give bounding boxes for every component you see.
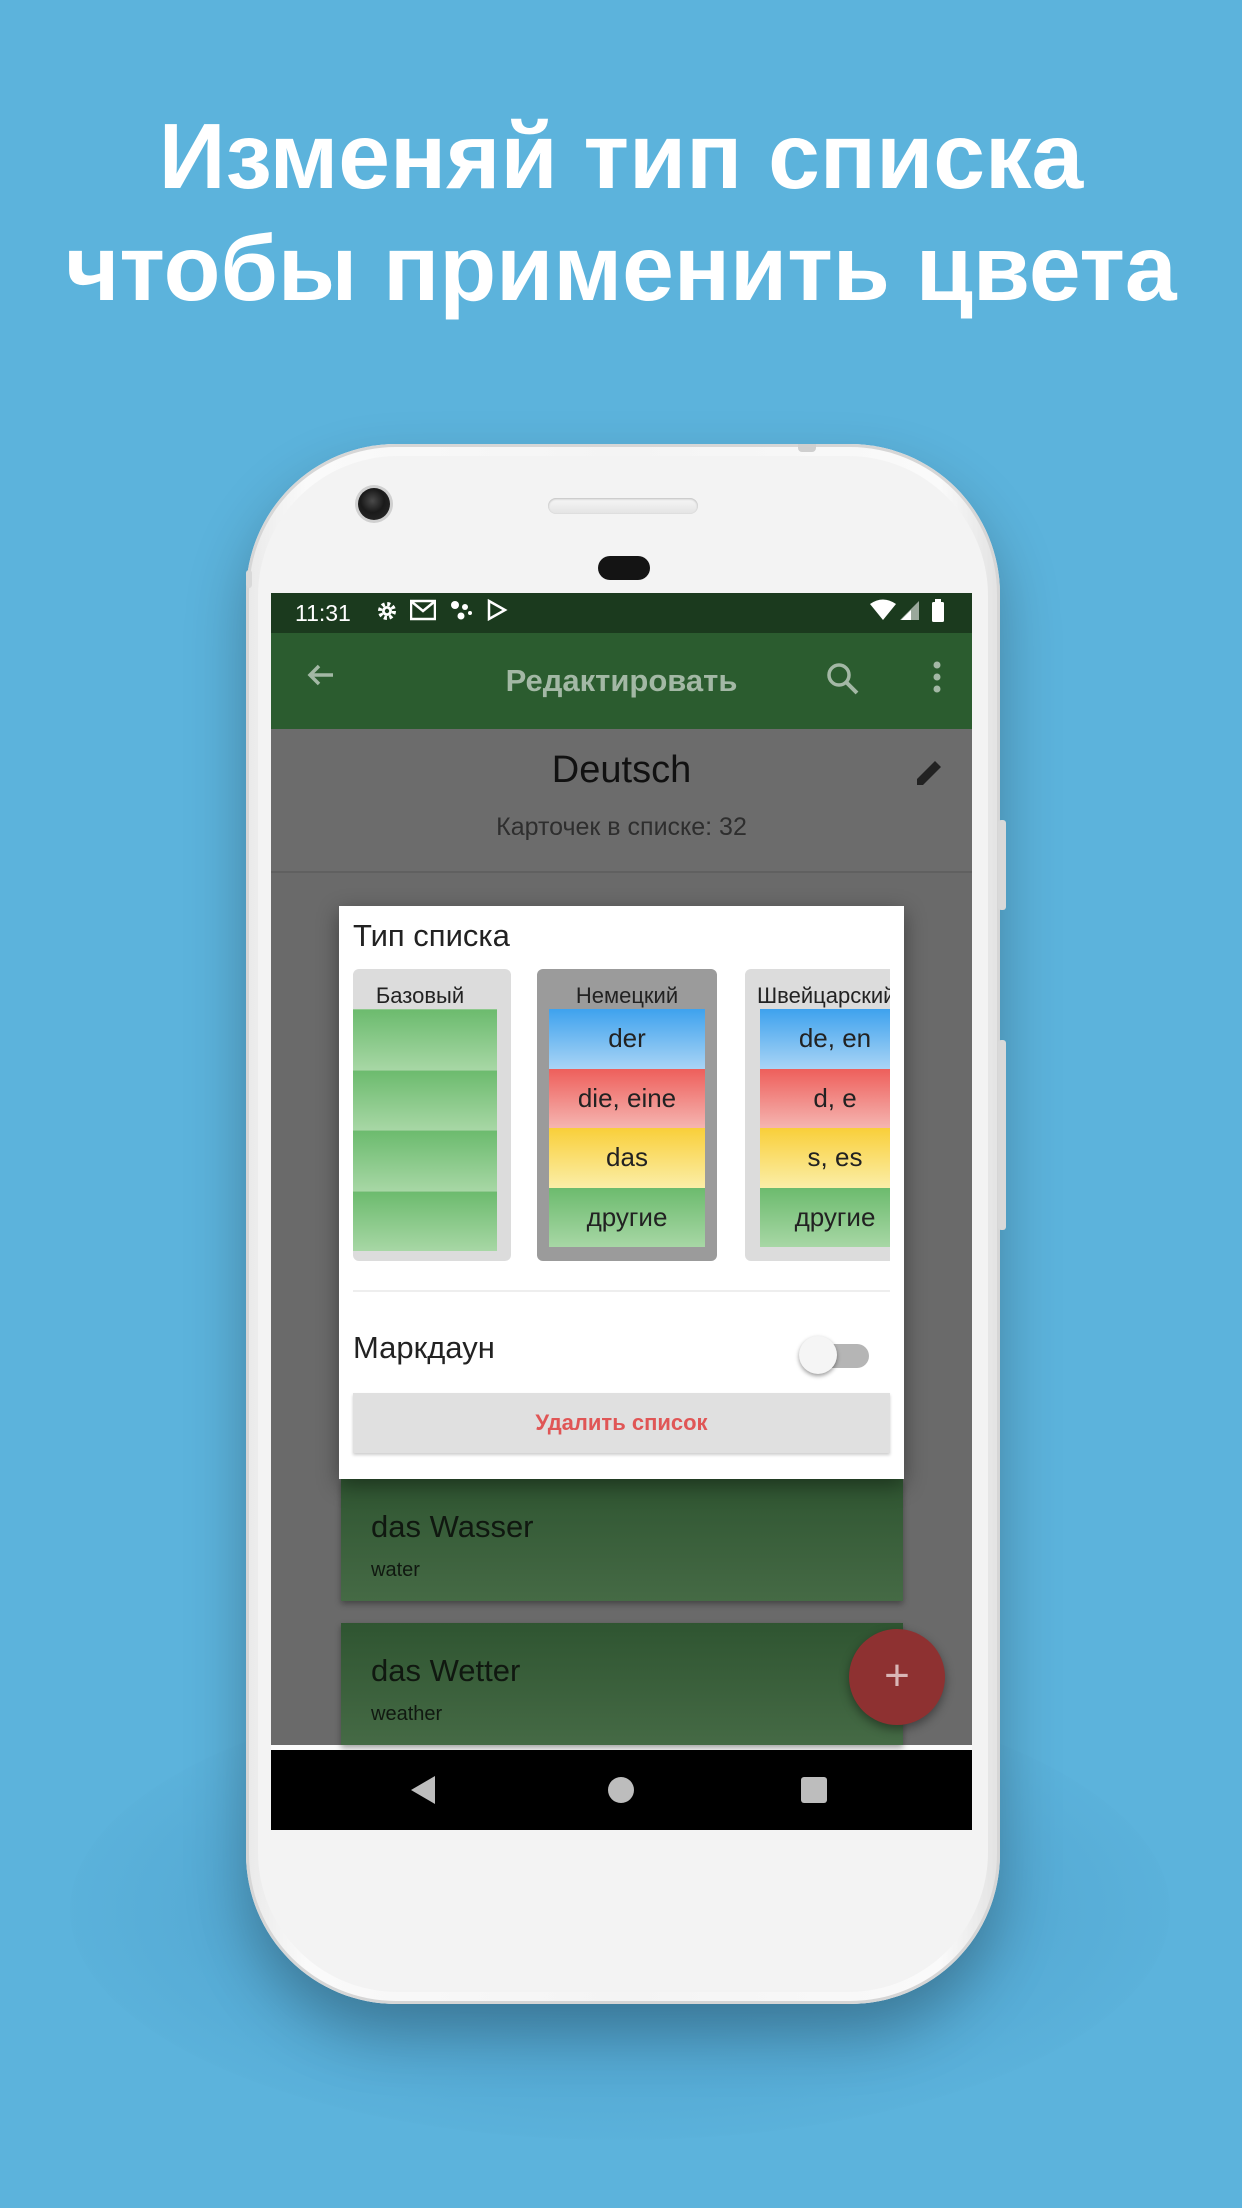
gmail-icon [409, 599, 437, 627]
color-stripe: de, en [760, 1009, 890, 1069]
more-vert-icon[interactable] [927, 659, 947, 695]
headline-line-1: Изменяй тип списка [158, 104, 1084, 208]
app-bar: Редактировать [271, 633, 972, 729]
card-translation: water [371, 1559, 420, 1581]
color-stripe: другие [549, 1187, 705, 1247]
nav-recents-icon[interactable] [801, 1777, 827, 1803]
assistant-icon [449, 599, 473, 627]
color-stripes: de, en d, e s, es другие [760, 1009, 890, 1247]
color-stripe: другие [760, 1187, 890, 1247]
color-stripe [353, 1069, 497, 1130]
nav-back-icon[interactable] [411, 1776, 435, 1804]
card-word: das Wasser [371, 1509, 534, 1544]
add-card-button[interactable]: + [849, 1629, 945, 1725]
proximity-sensor [598, 556, 650, 580]
deck-card-count: Карточек в списке: 32 [496, 813, 747, 841]
wifi-icon [869, 599, 897, 627]
color-stripes [353, 1009, 497, 1251]
phone-screen: 11:31 Редактировать Deutsch Карточек в с… [271, 593, 972, 1830]
list-item[interactable]: das Wetter weather [341, 1623, 903, 1745]
list-type-name: Швейцарский [757, 983, 890, 1008]
delete-list-button[interactable]: Удалить список [353, 1393, 890, 1453]
phone-top-notch [798, 444, 816, 452]
phone-left-edge [246, 570, 252, 588]
play-store-icon [486, 598, 508, 627]
signal-icon [899, 599, 921, 627]
pencil-icon[interactable] [911, 755, 947, 796]
settings-icon [375, 599, 399, 629]
color-stripe [353, 1009, 497, 1070]
card-word: das Wetter [371, 1653, 521, 1688]
search-icon[interactable] [823, 659, 863, 704]
deck-header: Deutsch Карточек в списке: 32 [271, 729, 972, 873]
front-camera-icon [358, 488, 390, 520]
promo-headline: Изменяй тип списка чтобы применить цвета [0, 100, 1242, 324]
color-stripe [353, 1190, 497, 1251]
app-bar-title: Редактировать [505, 663, 738, 698]
color-stripe: das [549, 1128, 705, 1188]
card-translation: weather [371, 1703, 443, 1725]
phone-side-button-volume [998, 1040, 1006, 1230]
color-stripe: die, eine [549, 1068, 705, 1128]
color-stripe: s, es [760, 1128, 890, 1188]
list-item[interactable]: das Wasser water [341, 1479, 903, 1601]
list-type-options: Базовый Немецкий der die, eine das други… [353, 969, 890, 1261]
plus-icon: + [884, 1651, 910, 1700]
color-stripe: d, e [760, 1068, 890, 1128]
color-stripe: der [549, 1009, 705, 1069]
list-type-name: Базовый [375, 983, 465, 1008]
battery-icon [931, 599, 945, 629]
markdown-label: Маркдаун [353, 1330, 495, 1365]
earpiece-speaker [548, 498, 698, 514]
list-type-german[interactable]: Немецкий der die, eine das другие [537, 969, 717, 1261]
system-nav-bar [271, 1750, 972, 1830]
list-type-basic[interactable]: Базовый [353, 969, 511, 1261]
status-time: 11:31 [295, 600, 351, 626]
color-stripe [353, 1130, 497, 1191]
deck-title: Deutsch [551, 749, 692, 791]
list-type-dialog: Тип списка Базовый Немецкий der die, ein… [339, 906, 904, 1479]
list-type-name: Немецкий [575, 983, 679, 1008]
markdown-toggle-knob[interactable] [799, 1336, 837, 1374]
color-stripes: der die, eine das другие [549, 1009, 705, 1247]
headline-line-2: чтобы применить цвета [65, 216, 1177, 320]
dialog-title: Тип списка [353, 918, 510, 953]
dialog-divider [353, 1290, 890, 1292]
phone-side-button-power [998, 820, 1006, 910]
status-bar: 11:31 [271, 593, 972, 633]
list-type-swiss[interactable]: Швейцарский de, en d, e s, es другие [745, 969, 890, 1261]
nav-home-icon[interactable] [608, 1777, 634, 1803]
